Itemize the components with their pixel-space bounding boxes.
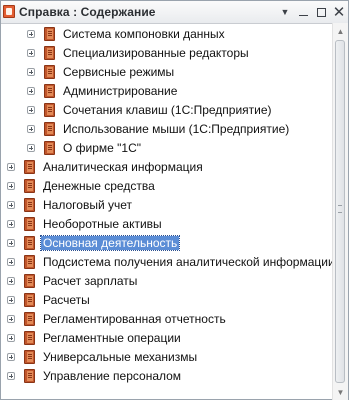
book-icon <box>44 27 55 41</box>
expand-plus-icon[interactable] <box>7 182 15 190</box>
tree-item[interactable]: Сочетания клавиш (1С:Предприятие) <box>1 101 334 120</box>
expand-plus-icon[interactable] <box>7 334 15 342</box>
book-icon <box>44 65 55 79</box>
book-icon <box>24 293 35 307</box>
maximize-icon <box>316 7 326 17</box>
tree-item[interactable]: Расчеты <box>1 291 334 310</box>
help-window: Справка : Содержание ▼ ✕ Система компоно… <box>0 0 349 400</box>
tree-item[interactable]: Регламентированная отчетность <box>1 310 334 329</box>
expand-plus-icon[interactable] <box>7 353 15 361</box>
close-button[interactable]: ✕ <box>331 4 347 20</box>
tree-item-label: Налоговый учет <box>43 198 132 212</box>
tree-item-label: Администрирование <box>63 84 178 98</box>
expand-plus-icon[interactable] <box>7 296 15 304</box>
expand-plus-icon[interactable] <box>27 144 35 152</box>
tree-item-label: Использование мыши (1С:Предприятие) <box>63 122 290 136</box>
expand-plus-icon[interactable] <box>7 258 15 266</box>
expand-plus-icon[interactable] <box>7 220 15 228</box>
book-icon <box>24 160 35 174</box>
book-icon <box>24 179 35 193</box>
tree-item-label: Необоротные активы <box>43 217 162 231</box>
tree-item-label: Регламентированная отчетность <box>43 312 226 326</box>
book-icon <box>24 274 35 288</box>
window-title: Справка : Содержание <box>19 5 156 19</box>
tree-item[interactable]: Специализированные редакторы <box>1 44 334 63</box>
tree-item[interactable]: Расчет зарплаты <box>1 272 334 291</box>
title-bar[interactable]: Справка : Содержание ▼ ✕ <box>1 1 348 24</box>
tree-item-label: Основная деятельность <box>39 235 181 251</box>
expand-plus-icon[interactable] <box>7 315 15 323</box>
tree-item-label: О фирме "1С" <box>63 141 142 155</box>
tree-item-label: Универсальные механизмы <box>43 350 198 364</box>
tree-item-label: Сочетания клавиш (1С:Предприятие) <box>63 103 272 117</box>
expand-plus-icon[interactable] <box>27 106 35 114</box>
vertical-scrollbar[interactable]: ▲ ▼ <box>332 23 348 400</box>
book-icon <box>44 84 55 98</box>
scroll-thumb[interactable] <box>335 40 345 383</box>
tree-item-label: Регламентные операции <box>43 331 181 345</box>
tree-item-label: Управление персоналом <box>43 369 182 383</box>
tree-item-label: Аналитическая информация <box>43 160 203 174</box>
book-icon <box>44 103 55 117</box>
tree-item-label: Сервисные режимы <box>63 65 175 79</box>
tree-item[interactable]: Универсальные механизмы <box>1 348 334 367</box>
expand-plus-icon[interactable] <box>7 239 15 247</box>
tree-item[interactable]: Налоговый учет <box>1 196 334 215</box>
minimize-icon <box>298 15 308 16</box>
tree-item[interactable]: Подсистема получения аналитической инфор… <box>1 253 334 272</box>
book-icon <box>24 198 35 212</box>
expand-plus-icon[interactable] <box>27 30 35 38</box>
tree-item[interactable]: Аналитическая информация <box>1 158 334 177</box>
book-icon <box>24 312 35 326</box>
scroll-up-button[interactable]: ▲ <box>333 23 348 39</box>
tree-item-label: Расчет зарплаты <box>43 274 138 288</box>
expand-plus-icon[interactable] <box>7 372 15 380</box>
book-icon <box>44 141 55 155</box>
contents-tree[interactable]: Система компоновки данных Специализирован… <box>1 23 334 400</box>
expand-plus-icon[interactable] <box>27 49 35 57</box>
tree-item[interactable]: Администрирование <box>1 82 334 101</box>
scroll-down-button[interactable]: ▼ <box>333 384 348 400</box>
book-icon <box>24 217 35 231</box>
tree-item[interactable]: Использование мыши (1С:Предприятие) <box>1 120 334 139</box>
scroll-grip-icon <box>338 205 342 213</box>
maximize-button[interactable] <box>313 4 329 20</box>
book-icon <box>24 255 35 269</box>
tree-item[interactable]: Необоротные активы <box>1 215 334 234</box>
tree-item[interactable]: Система компоновки данных <box>1 25 334 44</box>
expand-plus-icon[interactable] <box>27 68 35 76</box>
expand-plus-icon[interactable] <box>27 87 35 95</box>
tree-item-label: Подсистема получения аналитической инфор… <box>43 255 334 269</box>
expand-plus-icon[interactable] <box>7 201 15 209</box>
expand-plus-icon[interactable] <box>7 277 15 285</box>
book-icon <box>24 369 35 383</box>
book-icon <box>24 236 35 250</box>
tree-item[interactable]: Основная деятельность <box>1 234 334 253</box>
book-icon <box>24 350 35 364</box>
help-book-icon <box>3 5 15 18</box>
tree-item-label: Специализированные редакторы <box>63 46 249 60</box>
book-icon <box>44 46 55 60</box>
book-icon <box>24 331 35 345</box>
tree-item-label: Расчеты <box>43 293 90 307</box>
book-icon <box>44 122 55 136</box>
tree-item-label: Система компоновки данных <box>63 27 225 41</box>
tree-item-label: Денежные средства <box>43 179 155 193</box>
tree-item[interactable]: Денежные средства <box>1 177 334 196</box>
expand-plus-icon[interactable] <box>27 125 35 133</box>
expand-plus-icon[interactable] <box>7 163 15 171</box>
tree-item[interactable]: Управление персоналом <box>1 367 334 386</box>
tree-item[interactable]: О фирме "1С" <box>1 139 334 158</box>
tree-item[interactable]: Сервисные режимы <box>1 63 334 82</box>
minimize-button[interactable] <box>295 4 311 20</box>
window-menu-button[interactable]: ▼ <box>277 4 293 20</box>
tree-item[interactable]: Регламентные операции <box>1 329 334 348</box>
